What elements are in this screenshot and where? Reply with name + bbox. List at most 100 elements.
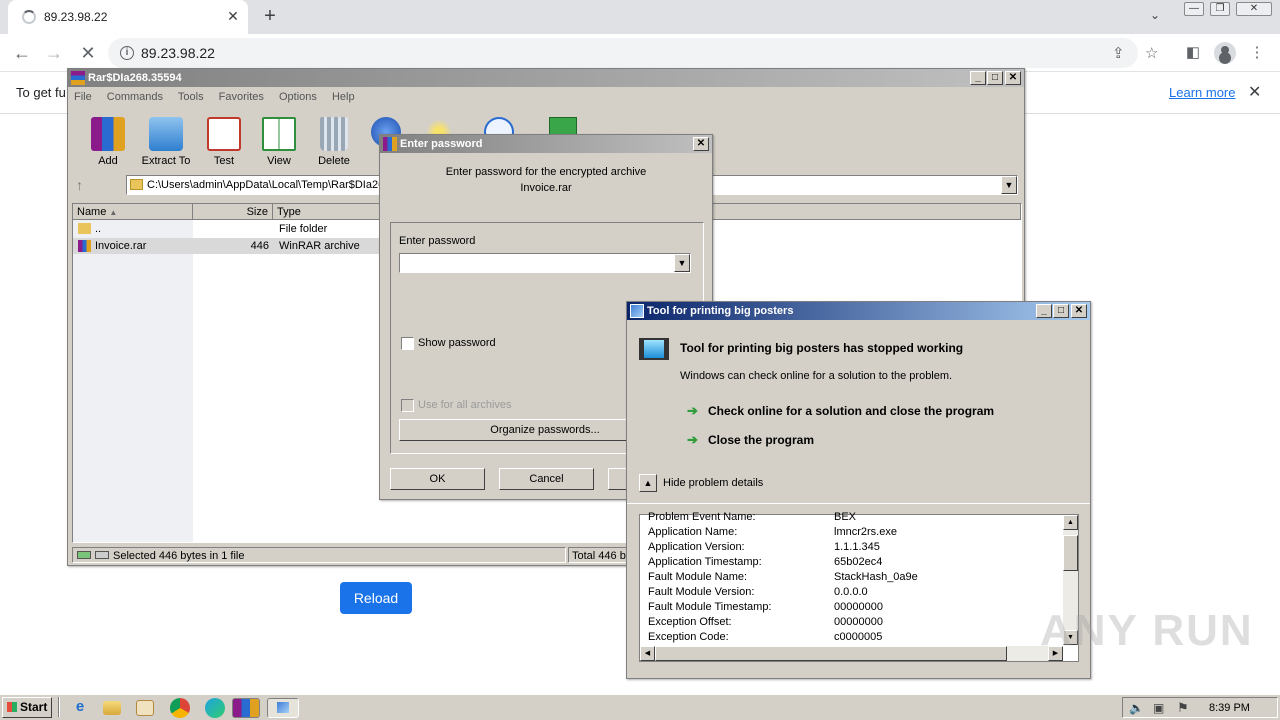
hide-details-label[interactable]: Hide problem details [663, 477, 763, 489]
menu-icon[interactable]: ⋮ [1246, 42, 1268, 64]
maximize-button[interactable]: □ [1053, 304, 1069, 318]
detail-row: Exception Offset: 00000000 [648, 616, 883, 628]
close-button[interactable]: ✕ [693, 137, 709, 151]
maximize-button[interactable]: □ [987, 71, 1003, 85]
learn-more-link[interactable]: Learn more [1169, 85, 1235, 100]
back-button[interactable]: ← [10, 42, 34, 64]
file-size: 446 [250, 240, 269, 252]
close-button[interactable]: ✕ [1005, 71, 1021, 85]
clock[interactable]: 8:39 PM [1209, 702, 1250, 714]
crash-heading: Tool for printing big posters has stoppe… [680, 341, 964, 355]
start-button[interactable]: Start [2, 697, 52, 718]
folder-icon [78, 223, 91, 234]
app-icon [630, 304, 644, 318]
crash-subtext: Windows can check online for a solution … [680, 370, 953, 382]
minimize-button[interactable]: _ [970, 71, 986, 85]
close-program-option[interactable]: Close the program [708, 433, 814, 447]
star-icon[interactable]: ☆ [1145, 44, 1158, 62]
loading-spinner-icon [22, 10, 36, 24]
share-icon[interactable]: ⇪ [1112, 44, 1125, 62]
forward-button[interactable]: → [42, 42, 66, 64]
add-icon [91, 117, 125, 151]
table-row[interactable]: Invoice.rar 446 WinRAR archive [73, 238, 383, 254]
detail-row: Problem Event Name: BEX [648, 511, 857, 523]
ie-icon[interactable]: e [69, 698, 91, 718]
view-button[interactable]: View [249, 117, 309, 167]
edge-icon[interactable] [205, 698, 225, 718]
browser-tab[interactable]: 89.23.98.22 ✕ [8, 0, 248, 34]
menu-help[interactable]: Help [332, 91, 355, 103]
password-input[interactable]: ▼ [399, 253, 691, 273]
address-bar[interactable]: i 89.23.98.22 ⇪ ☆ [108, 38, 1158, 68]
side-panel-icon[interactable]: ◧ [1182, 42, 1204, 64]
url-text[interactable]: 89.23.98.22 [141, 45, 215, 61]
horizontal-scroll-thumb[interactable] [655, 646, 1007, 661]
tab-close-icon[interactable]: ✕ [224, 7, 242, 25]
horizontal-scrollbar[interactable]: ◀ ▶ [640, 646, 1063, 661]
divider [627, 503, 1090, 504]
use-for-all-checkbox[interactable] [401, 399, 414, 412]
explorer-icon[interactable] [103, 701, 121, 715]
green-arrow-icon: ➔ [687, 403, 698, 418]
winrar-taskbar-icon[interactable] [232, 698, 260, 718]
minimize-button[interactable]: _ [1036, 304, 1052, 318]
winrar-title: Rar$DIa268.35594 [88, 72, 182, 84]
poster-tool-taskbar-button[interactable] [267, 698, 299, 718]
chevron-down-icon[interactable]: ⌄ [1150, 8, 1160, 22]
close-button[interactable]: ✕ [1071, 304, 1087, 318]
cancel-button[interactable]: Cancel [499, 468, 594, 490]
info-icon[interactable]: i [120, 46, 134, 60]
menu-favorites[interactable]: Favorites [219, 91, 264, 103]
problem-details-box[interactable]: Problem Event Name: BEX Application Name:… [639, 511, 1079, 662]
avatar[interactable] [1214, 42, 1236, 64]
network-icon[interactable]: ▣ [1153, 701, 1164, 715]
path-dropdown-button[interactable]: ▼ [1001, 176, 1017, 194]
scroll-left-button[interactable]: ◀ [640, 646, 655, 661]
detail-row: Fault Module Version: 0.0.0.0 [648, 586, 868, 598]
menu-commands[interactable]: Commands [107, 91, 163, 103]
ok-button[interactable]: OK [390, 468, 485, 490]
check-online-option[interactable]: Check online for a solution and close th… [708, 404, 994, 418]
flag-icon[interactable]: ⚑ [1177, 700, 1189, 716]
password-dropdown-button[interactable]: ▼ [674, 254, 690, 272]
reload-button[interactable]: Reload [340, 582, 412, 614]
extract-to-button[interactable]: Extract To [136, 117, 196, 167]
minimize-button[interactable]: — [1184, 2, 1204, 16]
column-size[interactable]: Size [193, 204, 273, 220]
column-name[interactable]: Name ▲ [73, 204, 193, 220]
scroll-thumb[interactable] [1063, 535, 1078, 571]
close-button[interactable]: ✕ [1236, 2, 1272, 16]
archive-name: Invoice.rar [520, 182, 572, 194]
show-password-checkbox[interactable] [401, 337, 414, 350]
menu-tools[interactable]: Tools [178, 91, 204, 103]
media-player-icon[interactable] [136, 700, 154, 716]
password-dialog-title: Enter password [400, 138, 483, 150]
menu-file[interactable]: File [74, 91, 92, 103]
add-button[interactable]: Add [78, 117, 138, 167]
delete-button[interactable]: Delete [304, 117, 364, 167]
browser-toolbar: ← → ✕ i 89.23.98.22 ⇪ ☆ ◧ ⋮ [0, 34, 1280, 72]
table-row[interactable]: .. File folder [73, 221, 383, 237]
close-icon[interactable]: ✕ [1248, 82, 1261, 102]
info-bar-text: To get fu [16, 85, 66, 100]
file-name: .. [95, 223, 102, 235]
app-icon [277, 702, 289, 713]
new-tab-button[interactable]: + [258, 5, 282, 29]
folder-icon [130, 179, 143, 190]
menu-options[interactable]: Options [279, 91, 317, 103]
test-button[interactable]: Test [194, 117, 254, 167]
add-label: Add [98, 155, 118, 167]
clipboard-icon [207, 117, 241, 151]
extract-to-label: Extract To [141, 155, 191, 167]
restore-button[interactable]: ❐ [1210, 2, 1230, 16]
up-arrow-icon[interactable]: ↑ [76, 177, 83, 193]
collapse-details-button[interactable]: ▲ [639, 474, 657, 492]
crash-titlebar: Tool for printing big posters _ □ ✕ [627, 302, 1090, 320]
chrome-icon[interactable] [170, 698, 190, 718]
trash-icon [320, 117, 348, 151]
status-right-text: Total 446 b [572, 550, 626, 562]
use-for-all-label: Use for all archives [418, 399, 512, 411]
stop-button[interactable]: ✕ [76, 42, 100, 64]
speaker-icon[interactable]: 🔈 [1129, 701, 1144, 715]
scroll-up-button[interactable]: ▲ [1063, 515, 1078, 530]
